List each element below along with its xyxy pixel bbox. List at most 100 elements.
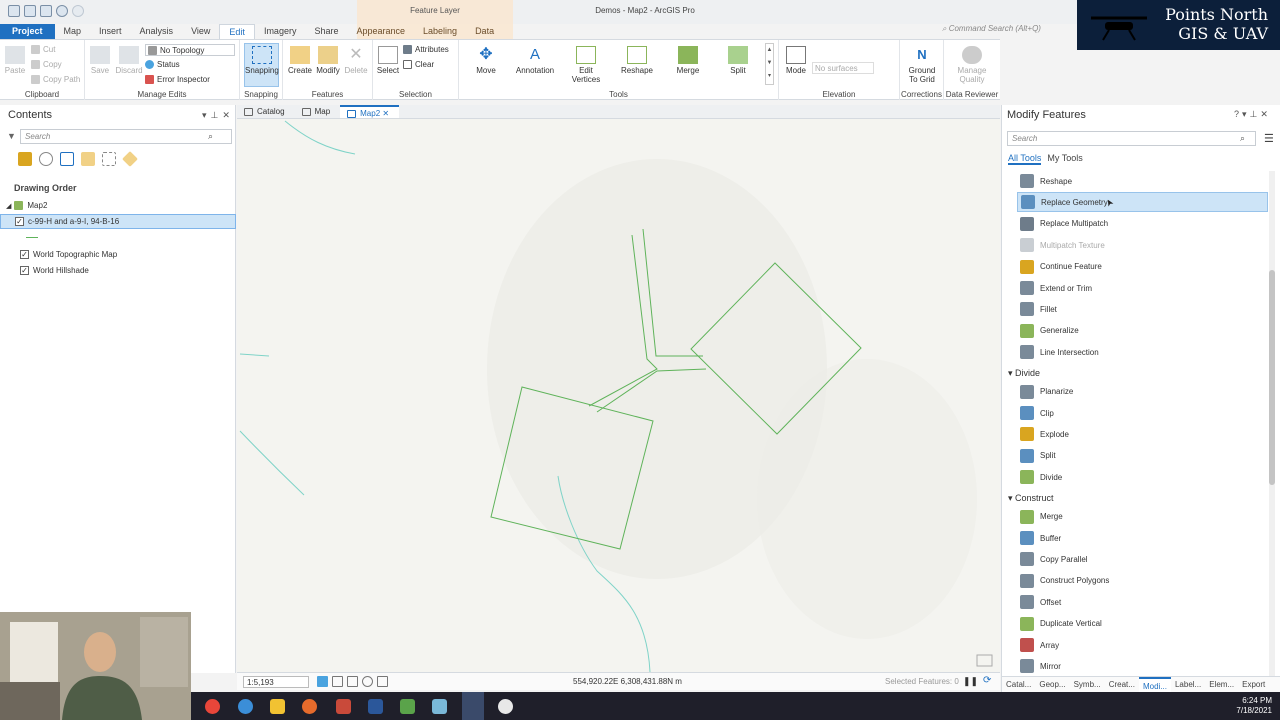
layer-checkbox[interactable]: ✓ [20, 250, 29, 259]
status-button[interactable]: Status [145, 60, 180, 69]
tab-labeling[interactable]: Labeling [414, 24, 466, 39]
close-tab-icon[interactable]: ✕ [382, 109, 389, 118]
merge-button[interactable]: Merge [671, 46, 705, 75]
map-canvas[interactable] [237, 119, 1000, 673]
chrome-icon[interactable] [205, 699, 220, 714]
pause-drawing-icon[interactable]: ❚❚ [963, 676, 978, 687]
annotation-button[interactable]: A Annotation [511, 46, 559, 75]
refresh-icon[interactable]: ⟳ [983, 675, 991, 686]
qgis-icon[interactable] [400, 699, 415, 714]
map-node[interactable]: ◢ Map2 [0, 198, 236, 213]
elevation-mode-button[interactable]: Mode [783, 46, 809, 75]
tab-map-view[interactable]: Map [295, 105, 341, 118]
layer-feature-node[interactable]: ✓ c-99-H and a-9-I, 94-B-16 [0, 214, 236, 229]
scale-dropdown[interactable]: 1:5,193 [243, 676, 309, 688]
cut-button[interactable]: Cut [31, 45, 55, 54]
layer-checkbox[interactable]: ✓ [20, 266, 29, 275]
topology-dropdown[interactable]: No Topology [145, 44, 235, 56]
pane-tab-5[interactable]: Label... [1171, 677, 1205, 692]
discard-button[interactable]: Discard [115, 46, 143, 75]
tool-buffer[interactable]: Buffer [1017, 528, 1268, 548]
paint-icon[interactable] [336, 699, 351, 714]
modify-search-input[interactable]: Search [1007, 131, 1256, 146]
tab-project[interactable]: Project [0, 24, 55, 39]
pane-tab-4[interactable]: Modi... [1138, 677, 1171, 692]
tool-fillet[interactable]: Fillet [1017, 299, 1268, 319]
editing-list-icon[interactable] [81, 152, 95, 166]
copy-button[interactable]: Copy [31, 60, 62, 69]
tab-data[interactable]: Data [466, 24, 503, 39]
obs-icon[interactable] [498, 699, 513, 714]
save-edits-button[interactable]: Save [89, 46, 111, 75]
tool-continue-feature[interactable]: Continue Feature [1017, 257, 1268, 277]
tool-mirror[interactable]: Mirror [1017, 656, 1268, 676]
arcgis-pro-icon[interactable] [462, 692, 484, 720]
chrome-profile-icon[interactable] [238, 699, 253, 714]
layer-checkbox[interactable]: ✓ [15, 217, 24, 226]
tool-split[interactable]: Split [1017, 446, 1268, 466]
tool-clip[interactable]: Clip [1017, 403, 1268, 423]
modify-button[interactable]: Modify [314, 46, 342, 75]
pane-tab-3[interactable]: Creat... [1105, 677, 1139, 692]
undo-icon[interactable] [56, 5, 68, 17]
delete-button[interactable]: ✕ Delete [343, 46, 369, 75]
grid-icon[interactable] [332, 676, 343, 687]
divide-section-header[interactable]: ▾ Divide [1008, 368, 1040, 379]
tool-duplicate-vertical[interactable]: Duplicate Vertical [1017, 614, 1268, 634]
attributes-button[interactable]: Attributes [403, 45, 449, 54]
new-project-icon[interactable] [8, 5, 20, 17]
create-button[interactable]: Create [287, 46, 313, 75]
selection-list-icon[interactable] [60, 152, 74, 166]
tool-merge[interactable]: Merge [1017, 507, 1268, 527]
file-explorer-icon[interactable] [270, 699, 285, 714]
copy-path-button[interactable]: Copy Path [31, 75, 80, 84]
tool-divide[interactable]: Divide [1017, 467, 1268, 487]
clear-selection-button[interactable]: Clear [403, 60, 434, 69]
tool-replace-geometry[interactable]: Replace Geometry ➤ [1017, 192, 1268, 213]
overview-toggle-icon[interactable] [976, 654, 993, 667]
reshape-button[interactable]: Reshape [619, 46, 655, 75]
tool-generalize[interactable]: Generalize [1017, 321, 1268, 341]
editor-icon[interactable] [432, 699, 447, 714]
tool-multipatch-texture[interactable]: Multipatch Texture [1017, 235, 1268, 255]
tab-catalog[interactable]: Catalog [237, 105, 295, 118]
tool-construct-polygons[interactable]: Construct Polygons [1017, 571, 1268, 591]
pane-tab-6[interactable]: Elem... [1205, 677, 1238, 692]
move-button[interactable]: ✥ Move [471, 46, 501, 75]
tab-map2-view[interactable]: Map2 ✕ [340, 105, 400, 118]
tool-explode[interactable]: Explode [1017, 424, 1268, 444]
tool-reshape[interactable]: Reshape [1017, 171, 1268, 191]
firefox-icon[interactable] [302, 699, 317, 714]
tab-share[interactable]: Share [305, 24, 347, 39]
error-inspector-button[interactable]: Error Inspector [145, 75, 210, 84]
filter-icon[interactable]: ▼ [7, 131, 16, 141]
collapse-icon[interactable]: ▾ [1008, 493, 1015, 503]
tool-replace-multipatch[interactable]: Replace Multipatch [1017, 214, 1268, 234]
layer-hillshade-node[interactable]: ✓ World Hillshade [0, 263, 236, 278]
tab-view[interactable]: View [182, 24, 219, 39]
tool-planarize[interactable]: Planarize [1017, 382, 1268, 402]
system-clock[interactable]: 6:24 PM 7/18/2021 [1236, 696, 1272, 716]
paste-button[interactable]: Paste [4, 46, 26, 75]
tab-imagery[interactable]: Imagery [255, 24, 306, 39]
drawing-order-icon[interactable] [18, 152, 32, 166]
tool-array[interactable]: Array [1017, 635, 1268, 655]
save-project-icon[interactable] [40, 5, 52, 17]
menu-icon[interactable]: ☰ [1264, 132, 1274, 145]
tools-gallery-scroll[interactable]: ▲ ▼ ▾ [765, 43, 774, 85]
tab-map[interactable]: Map [55, 24, 91, 39]
crosshair-icon[interactable] [362, 676, 373, 687]
contents-pane-controls[interactable]: ▾⊥✕ [202, 110, 234, 121]
collapse-icon[interactable]: ◢ [6, 202, 11, 210]
select-button[interactable]: Select [376, 46, 400, 75]
edit-vertices-button[interactable]: Edit Vertices [569, 46, 603, 84]
tab-edit[interactable]: Edit [219, 24, 255, 39]
ground-to-grid-button[interactable]: N Ground To Grid [904, 46, 940, 84]
tab-my-tools[interactable]: My Tools [1047, 153, 1082, 165]
map-view[interactable] [237, 119, 1000, 673]
navigator-icon[interactable] [377, 676, 388, 687]
tool-offset[interactable]: Offset [1017, 592, 1268, 612]
scrollbar-thumb[interactable] [1269, 270, 1275, 485]
layer-topo-node[interactable]: ✓ World Topographic Map [0, 247, 236, 262]
fixed-zoom-icon[interactable] [317, 676, 328, 687]
